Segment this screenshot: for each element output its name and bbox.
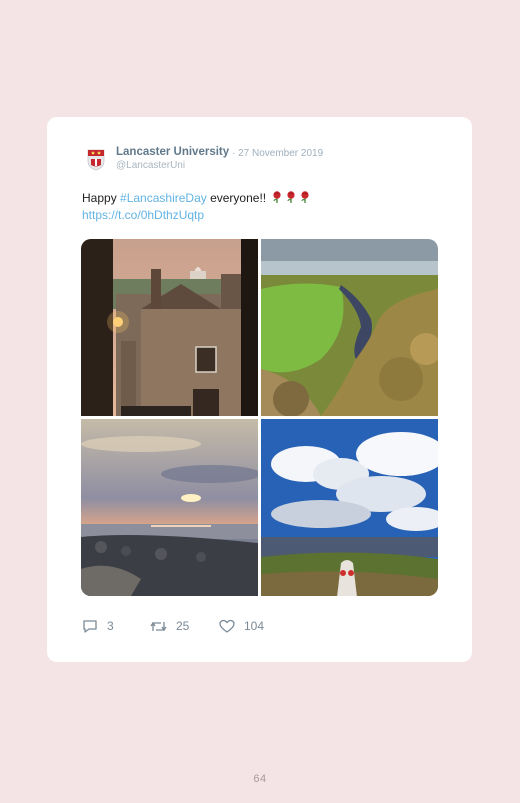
like-count: 104 (244, 619, 265, 633)
tweet-text-prefix: Happy (82, 191, 121, 205)
tweet-text-suffix: everyone!! (206, 191, 270, 205)
photo-river-valley[interactable] (261, 239, 438, 416)
rose-icon (301, 191, 310, 203)
retweet-button[interactable]: 25 (150, 617, 189, 635)
author-name[interactable]: Lancaster University (116, 146, 229, 158)
page-number: 64 (253, 773, 267, 785)
tweet-text: Happy #LancashireDay everyone!! https://… (82, 191, 442, 223)
author-handle[interactable]: @LancasterUni (116, 160, 185, 171)
photo-grid (81, 239, 438, 596)
tweet-actions: 3 25 104 (82, 617, 402, 635)
like-button[interactable]: 104 (219, 617, 264, 635)
heart-icon (219, 619, 235, 633)
photo-sunset-coast[interactable] (81, 419, 258, 596)
reply-icon (83, 619, 97, 633)
hashtag-link[interactable]: #LancashireDay (120, 191, 207, 205)
retweet-count: 25 (176, 619, 190, 633)
tweet-card: Lancaster University · 27 November 2019 … (47, 117, 472, 662)
photo-lancaster-street[interactable] (81, 239, 258, 416)
rose-icon (273, 191, 282, 203)
retweet-icon (150, 621, 167, 631)
rose-icon (287, 191, 296, 203)
university-crest-icon[interactable] (87, 149, 105, 171)
reply-count: 3 (107, 619, 114, 633)
photo-trig-point[interactable] (261, 419, 438, 596)
rose-emoji-group (272, 191, 314, 208)
tweet-date[interactable]: · 27 November 2019 (232, 148, 323, 159)
tweet-link[interactable]: https://t.co/0hDthzUqtp (82, 208, 442, 223)
reply-button[interactable]: 3 (82, 617, 114, 635)
